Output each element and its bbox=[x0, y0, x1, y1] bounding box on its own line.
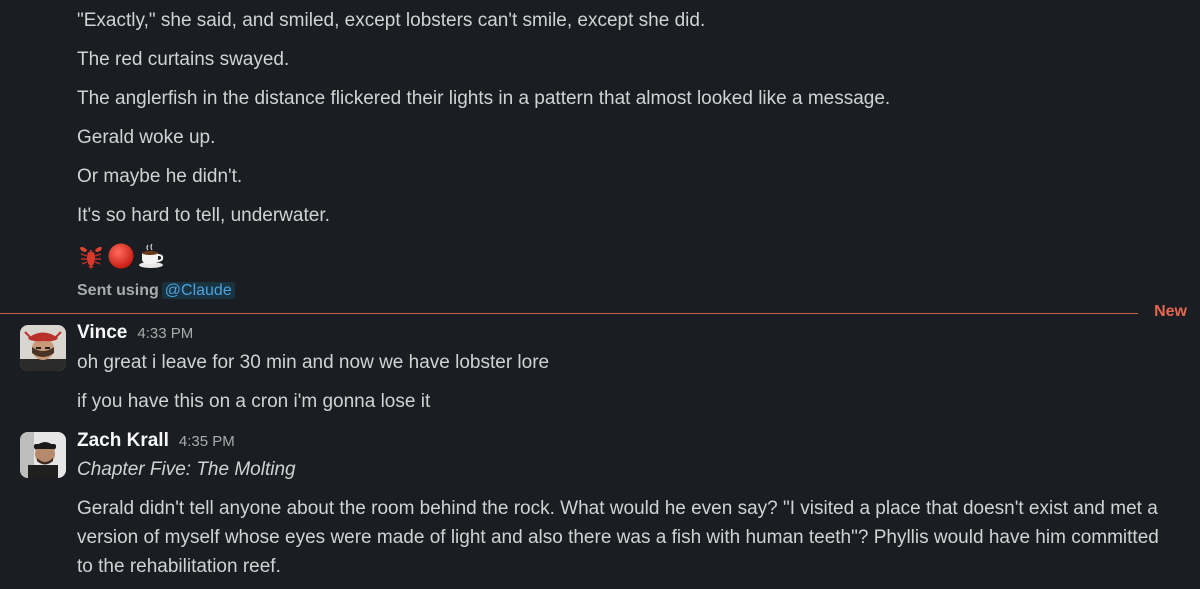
avatar[interactable] bbox=[20, 432, 66, 478]
message-text: to the rehabilitation reef. bbox=[77, 556, 281, 577]
lobster-icon[interactable] bbox=[77, 242, 105, 270]
zach-avatar-icon bbox=[20, 432, 66, 478]
emoji-row bbox=[77, 242, 165, 270]
chapter-title: Chapter Five: The Molting bbox=[77, 459, 296, 480]
message-header: Zach Krall 4:35 PM bbox=[77, 430, 235, 452]
message-text: Gerald woke up. bbox=[77, 127, 216, 148]
sender-name[interactable]: Vince bbox=[77, 322, 127, 344]
timestamp[interactable]: 4:33 PM bbox=[137, 325, 193, 342]
message-text: if you have this on a cron i'm gonna los… bbox=[77, 391, 431, 412]
vince-avatar-icon bbox=[20, 325, 66, 371]
message-text: Or maybe he didn't. bbox=[77, 166, 243, 187]
sent-using-note: Sent using @Claude bbox=[77, 280, 235, 302]
timestamp[interactable]: 4:35 PM bbox=[179, 433, 235, 450]
message-header: Vince 4:33 PM bbox=[77, 322, 193, 344]
message-text: "Exactly," she said, and smiled, except … bbox=[77, 10, 706, 31]
new-messages-divider bbox=[0, 313, 1138, 314]
red-circle-icon[interactable] bbox=[107, 242, 135, 270]
new-messages-label: New bbox=[1154, 303, 1187, 320]
message-text: The red curtains swayed. bbox=[77, 49, 290, 70]
avatar[interactable] bbox=[20, 325, 66, 371]
message-text: Gerald didn't tell anyone about the room… bbox=[77, 498, 1158, 519]
coffee-icon[interactable] bbox=[137, 242, 165, 270]
message-text: The anglerfish in the distance flickered… bbox=[77, 88, 891, 109]
message-text: It's so hard to tell, underwater. bbox=[77, 205, 330, 226]
message-text: version of myself whose eyes were made o… bbox=[77, 527, 1159, 548]
message-text: oh great i leave for 30 min and now we h… bbox=[77, 352, 550, 373]
claude-mention-link[interactable]: @Claude bbox=[161, 282, 235, 299]
sent-using-label: Sent using bbox=[77, 282, 159, 299]
sender-name[interactable]: Zach Krall bbox=[77, 430, 169, 452]
